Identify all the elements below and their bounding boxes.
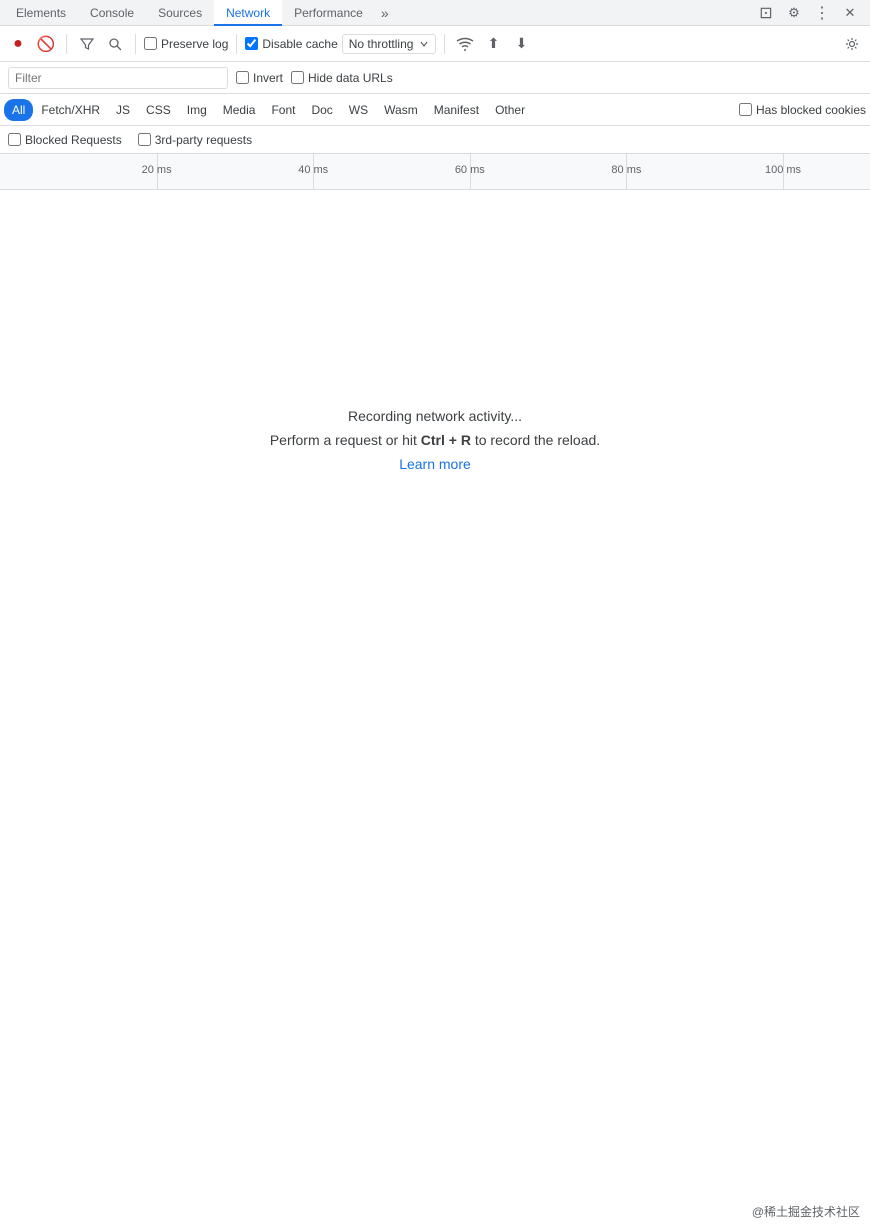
timeline-tick-label: 100 ms xyxy=(765,164,801,176)
throttle-select[interactable]: No throttling xyxy=(342,34,437,54)
type-btn-font[interactable]: Font xyxy=(263,99,303,121)
search-button[interactable] xyxy=(103,32,127,56)
tab-more-button[interactable]: » xyxy=(375,5,395,21)
type-filter-row: All Fetch/XHR JS CSS Img Media Font Doc … xyxy=(0,94,870,126)
filter-input[interactable] xyxy=(15,71,221,85)
filter-row: Invert Hide data URLs xyxy=(0,62,870,94)
type-btn-other[interactable]: Other xyxy=(487,99,533,121)
type-btn-js[interactable]: JS xyxy=(108,99,138,121)
tab-right-icons: ⊡ ⚙ ⋮ ✕ xyxy=(754,1,866,25)
type-btn-wasm[interactable]: Wasm xyxy=(376,99,426,121)
dock-icon-button[interactable]: ⊡ xyxy=(754,1,778,25)
desc-after: to record the reload. xyxy=(471,432,600,448)
desc-before: Perform a request or hit xyxy=(270,432,421,448)
network-toolbar: ● 🚫 Preserve log Disable cache No thrott… xyxy=(0,26,870,62)
invert-checkbox-wrap[interactable]: Invert xyxy=(236,71,283,85)
timeline-tick-label: 40 ms xyxy=(298,164,328,176)
invert-label: Invert xyxy=(253,71,283,85)
recording-title: Recording network activity... xyxy=(348,408,522,424)
preserve-log-label: Preserve log xyxy=(161,37,228,51)
third-party-label: 3rd-party requests xyxy=(155,133,252,147)
network-settings-button[interactable] xyxy=(840,32,864,56)
learn-more-link[interactable]: Learn more xyxy=(399,456,471,472)
close-icon-button[interactable]: ✕ xyxy=(838,1,862,25)
wifi-signal-icon xyxy=(456,37,474,51)
type-btn-all[interactable]: All xyxy=(4,99,33,121)
tab-bar: Elements Console Sources Network Perform… xyxy=(0,0,870,26)
record-button[interactable]: ● xyxy=(6,32,30,56)
chevron-down-icon xyxy=(419,39,429,49)
has-blocked-cookies-label: Has blocked cookies xyxy=(756,103,866,117)
blocked-requests-wrap[interactable]: Blocked Requests xyxy=(8,133,122,147)
settings-gear-icon xyxy=(845,37,859,51)
disable-cache-label: Disable cache xyxy=(262,37,337,51)
empty-state-desc: Perform a request or hit Ctrl + R to rec… xyxy=(270,432,600,448)
empty-state: Recording network activity... Perform a … xyxy=(0,190,870,690)
hide-data-urls-checkbox-wrap[interactable]: Hide data URLs xyxy=(291,71,393,85)
hide-data-urls-label: Hide data URLs xyxy=(308,71,393,85)
timeline-tick-label: 60 ms xyxy=(455,164,485,176)
clear-button[interactable]: 🚫 xyxy=(34,32,58,56)
tab-elements[interactable]: Elements xyxy=(4,0,78,26)
wifi-icon[interactable] xyxy=(453,32,477,56)
type-btn-manifest[interactable]: Manifest xyxy=(426,99,487,121)
has-blocked-cookies-wrap[interactable]: Has blocked cookies xyxy=(739,103,866,117)
third-party-wrap[interactable]: 3rd-party requests xyxy=(138,133,252,147)
timeline-tick-label: 20 ms xyxy=(142,164,172,176)
tab-console[interactable]: Console xyxy=(78,0,146,26)
type-btn-fetch-xhr[interactable]: Fetch/XHR xyxy=(33,99,108,121)
toolbar-sep-2 xyxy=(135,34,136,54)
disable-cache-checkbox-wrap[interactable]: Disable cache xyxy=(245,37,337,51)
tab-sources[interactable]: Sources xyxy=(146,0,214,26)
invert-checkbox[interactable] xyxy=(236,71,249,84)
type-btn-img[interactable]: Img xyxy=(179,99,215,121)
timeline-header: 20 ms 40 ms 60 ms 80 ms 100 ms xyxy=(0,154,870,190)
extra-filter-row: Blocked Requests 3rd-party requests xyxy=(0,126,870,154)
toolbar-sep-3 xyxy=(236,34,237,54)
filter-icon xyxy=(80,37,94,51)
toolbar-sep-4 xyxy=(444,34,445,54)
blocked-requests-label: Blocked Requests xyxy=(25,133,122,147)
desc-shortcut: Ctrl + R xyxy=(421,432,471,448)
watermark: @稀土掘金技术社区 xyxy=(752,1203,860,1220)
upload-icon[interactable]: ⬆ xyxy=(481,32,505,56)
blocked-requests-checkbox[interactable] xyxy=(8,133,21,146)
download-icon[interactable]: ⬇ xyxy=(509,32,533,56)
type-btn-css[interactable]: CSS xyxy=(138,99,179,121)
type-btn-doc[interactable]: Doc xyxy=(303,99,340,121)
timeline-tick-label: 80 ms xyxy=(611,164,641,176)
search-icon xyxy=(108,37,122,51)
type-btn-ws[interactable]: WS xyxy=(341,99,376,121)
more-icon-button[interactable]: ⋮ xyxy=(810,1,834,25)
toolbar-sep-1 xyxy=(66,34,67,54)
filter-button[interactable] xyxy=(75,32,99,56)
disable-cache-checkbox[interactable] xyxy=(245,37,258,50)
throttle-label: No throttling xyxy=(349,37,414,51)
tab-performance[interactable]: Performance xyxy=(282,0,375,26)
tab-network[interactable]: Network xyxy=(214,0,282,26)
type-btn-media[interactable]: Media xyxy=(215,99,264,121)
settings-icon-button[interactable]: ⚙ xyxy=(782,1,806,25)
filter-input-wrap[interactable] xyxy=(8,67,228,89)
has-blocked-cookies-checkbox[interactable] xyxy=(739,103,752,116)
preserve-log-checkbox[interactable] xyxy=(144,37,157,50)
third-party-checkbox[interactable] xyxy=(138,133,151,146)
hide-data-urls-checkbox[interactable] xyxy=(291,71,304,84)
type-filter-right: Has blocked cookies xyxy=(739,103,866,117)
preserve-log-checkbox-wrap[interactable]: Preserve log xyxy=(144,37,228,51)
